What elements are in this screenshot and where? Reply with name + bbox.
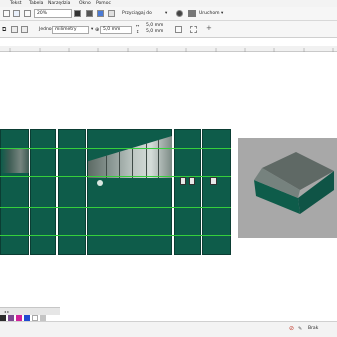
- current-page-icon[interactable]: [21, 26, 28, 33]
- nudge-distance-input[interactable]: 5,0 mm: [100, 26, 132, 34]
- rulers-icon[interactable]: [97, 10, 104, 17]
- product-cup-image: [210, 177, 217, 185]
- box-3d-render: [254, 152, 334, 214]
- options-gear-icon[interactable]: [176, 10, 183, 17]
- all-pages-icon[interactable]: [11, 26, 18, 33]
- snap-dropdown-arrow-icon[interactable]: ▾: [165, 11, 167, 17]
- page-orientation-icon[interactable]: ⧉: [2, 26, 9, 33]
- fill-none-icon[interactable]: ⊘: [289, 326, 294, 332]
- nudge-distance-value: 5,0 mm: [103, 27, 121, 32]
- drawing-canvas[interactable]: [0, 52, 337, 307]
- menu-tabela[interactable]: Tabela: [29, 1, 43, 6]
- outline-pen-icon[interactable]: ✎: [298, 326, 302, 332]
- box-dieline[interactable]: [0, 129, 231, 255]
- guideline-horizontal[interactable]: [0, 235, 231, 236]
- fill-status-label: Brak: [308, 326, 319, 331]
- units-select[interactable]: milimetry: [52, 26, 89, 34]
- status-bar: ⊘ ✎ Brak: [0, 321, 337, 337]
- guideline-horizontal[interactable]: [0, 148, 231, 149]
- menu-okno[interactable]: Okno: [79, 1, 91, 6]
- launch-app-icon[interactable]: [188, 10, 196, 17]
- undo-icon[interactable]: [24, 10, 31, 17]
- print-icon[interactable]: [3, 10, 10, 17]
- launch-dropdown-arrow-icon[interactable]: ▾: [221, 11, 223, 17]
- tree-trunk: [146, 136, 147, 178]
- menu-pomoc[interactable]: Pomoc: [96, 1, 111, 6]
- forest-deer-image: [88, 136, 172, 178]
- tree-trunk: [132, 136, 133, 178]
- snap-to-dropdown[interactable]: Przyciągaj do: [122, 11, 152, 17]
- menu-narzedzia[interactable]: Narzędzia: [48, 1, 70, 6]
- page-tabs[interactable]: ◂ ▸: [0, 307, 60, 315]
- menu-tekst[interactable]: Tekst: [10, 1, 21, 6]
- page-frame-icon[interactable]: [190, 26, 197, 33]
- nudge-icon: ⊕: [95, 27, 100, 33]
- forest-image: [1, 149, 29, 173]
- tree-trunk: [106, 136, 107, 178]
- launch-dropdown[interactable]: Uruchom: [199, 11, 219, 17]
- box-3d-preview[interactable]: [238, 138, 337, 238]
- tree-trunk: [158, 136, 159, 178]
- treat-as-filled-icon[interactable]: [175, 26, 182, 33]
- duplicate-y-icon: ↕: [136, 29, 140, 34]
- zoom-level-value: 20%: [37, 11, 48, 16]
- menu-bar: Tekst Tabela Narzędzia Okno Pomoc: [0, 0, 337, 7]
- brand-logo-icon: [97, 180, 103, 186]
- export-icon[interactable]: [13, 10, 20, 17]
- property-bar: ⧉ Jednostki: milimetry ▾ ⊕ 5,0 mm ↔ 5,0 …: [0, 21, 337, 38]
- add-preset-icon[interactable]: +: [206, 25, 212, 32]
- zoom-level-input[interactable]: 20%: [34, 9, 72, 18]
- product-cup-image: [180, 177, 186, 185]
- tree-trunk: [119, 136, 120, 178]
- product-cup-image: [189, 177, 195, 185]
- guideline-horizontal[interactable]: [0, 207, 231, 208]
- units-select-value: milimetry: [55, 27, 77, 32]
- grid-icon[interactable]: [86, 10, 93, 17]
- duplicate-y-value[interactable]: 5,0 mm: [146, 29, 163, 35]
- guidelines-icon[interactable]: [108, 10, 115, 17]
- standard-toolbar: 20% Przyciągaj do ▾ Uruchom ▾: [0, 7, 337, 21]
- full-screen-icon[interactable]: [74, 10, 81, 17]
- guideline-horizontal[interactable]: [0, 176, 231, 177]
- units-dropdown-arrow-icon[interactable]: ▾: [91, 27, 93, 33]
